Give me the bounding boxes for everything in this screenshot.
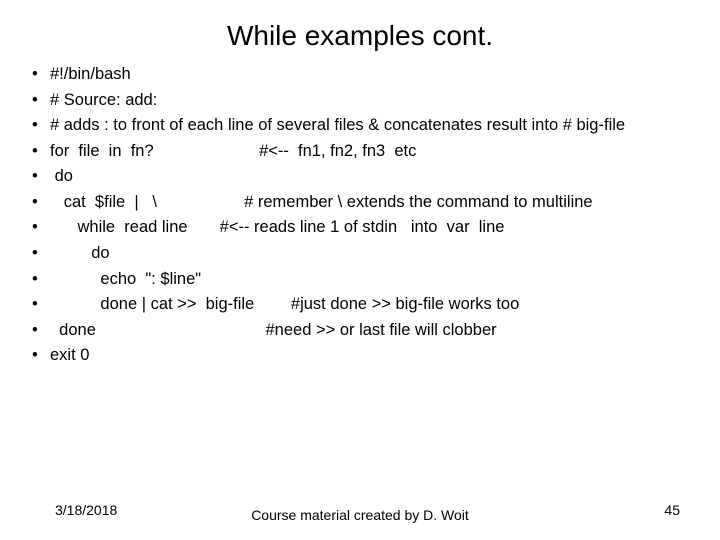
code-line: done | cat >> big-file #just done >> big… xyxy=(30,292,690,318)
code-line: # Source: add: xyxy=(30,88,690,114)
footer-center: Course material created by D. Woit xyxy=(0,507,720,524)
code-line: while read line #<-- reads line 1 of std… xyxy=(30,215,690,241)
code-line: done #need >> or last file will clobber xyxy=(30,318,690,344)
code-line: do xyxy=(30,164,690,190)
code-text: # adds : to front of each line of severa… xyxy=(50,116,625,134)
footer-page-number: 45 xyxy=(664,502,680,518)
slide-content: #!/bin/bash # Source: add: # adds : to f… xyxy=(0,62,720,369)
code-line: exit 0 xyxy=(30,343,690,369)
code-line: cat $file | \ # remember \ extends the c… xyxy=(30,190,690,216)
slide-title: While examples cont. xyxy=(0,0,720,62)
code-line: #!/bin/bash xyxy=(30,62,690,88)
bullet-list: #!/bin/bash # Source: add: # adds : to f… xyxy=(30,62,690,369)
code-line: for file in fn? #<-- fn1, fn2, fn3 etc xyxy=(30,139,690,165)
slide: While examples cont. #!/bin/bash # Sourc… xyxy=(0,0,720,540)
code-line: do xyxy=(30,241,690,267)
code-line: echo ": $line" xyxy=(30,267,690,293)
code-line: # adds : to front of each line of severa… xyxy=(30,113,690,139)
